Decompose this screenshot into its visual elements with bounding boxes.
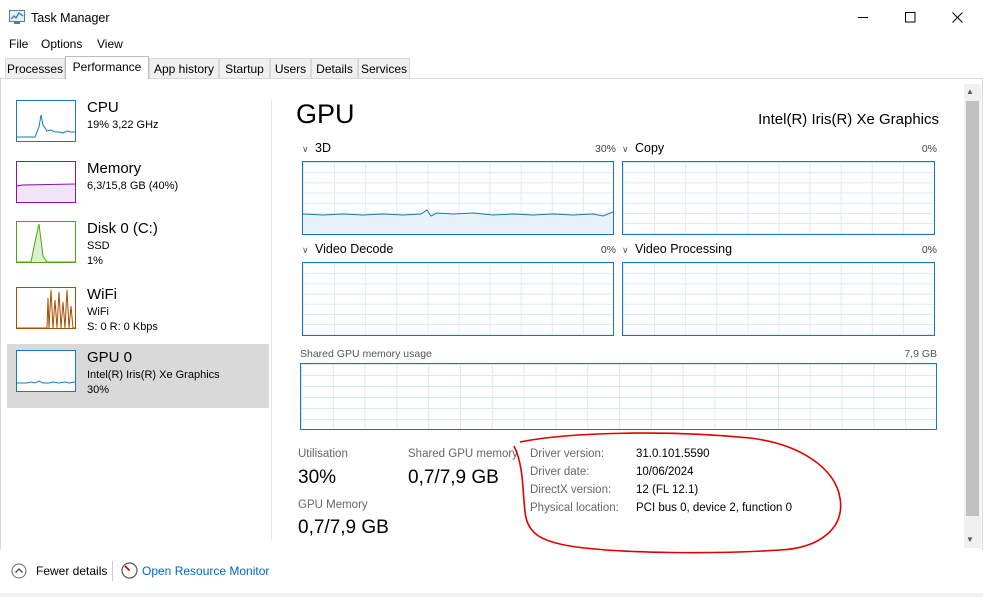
title-bar <box>0 0 983 34</box>
tab-services[interactable]: Services <box>358 58 410 78</box>
sidebar-item-disk[interactable]: Disk 0 (C:) SSD 1% <box>7 215 269 279</box>
sidebar-divider <box>271 100 272 540</box>
sidebar-item-title: Memory <box>87 160 142 177</box>
menu-options[interactable]: Options <box>41 37 82 51</box>
sidebar-item-title: Disk 0 (C:) <box>87 220 158 237</box>
sidebar-item-title: WiFi <box>87 286 117 303</box>
bottom-edge <box>0 593 983 597</box>
sidebar-item-title: GPU 0 <box>87 349 133 366</box>
footer-divider <box>112 561 113 581</box>
sidebar-item-memory[interactable]: Memory 6,3/15,8 GB (40%) <box>7 155 269 219</box>
menu-view[interactable]: View <box>97 37 123 51</box>
tab-performance[interactable]: Performance <box>65 56 149 79</box>
sidebar-item-detail: 6,3/15,8 GB (40%) <box>87 180 179 192</box>
chevron-down-icon[interactable]: ∨ <box>302 144 309 155</box>
fewer-details-link[interactable]: Fewer details <box>36 564 107 578</box>
graph-copy <box>622 161 935 235</box>
red-annotation-circle <box>513 432 842 554</box>
tab-startup[interactable]: Startup <box>219 58 270 78</box>
minimize-icon <box>857 16 868 18</box>
sidebar-item-detail-2: 30% <box>87 384 110 396</box>
maximize-icon <box>904 11 915 22</box>
disk-thumbnail <box>16 221 76 263</box>
graph-3d-label[interactable]: 3D <box>315 141 331 155</box>
graph-video-processing <box>622 262 935 336</box>
tab-details[interactable]: Details <box>311 58 358 78</box>
gpu-memory-label: GPU Memory <box>298 499 368 511</box>
shared-memory-value: 0,7/7,9 GB <box>408 467 499 488</box>
scroll-up-icon[interactable]: ▲ <box>966 87 974 96</box>
minimize-button[interactable] <box>840 0 886 34</box>
graph-copy-label[interactable]: Copy <box>635 141 664 155</box>
sidebar-item-title: CPU <box>87 99 119 116</box>
open-resource-monitor-link[interactable]: Open Resource Monitor <box>142 564 269 578</box>
graph-video-decode-label[interactable]: Video Decode <box>315 242 393 256</box>
shared-memory-graph <box>300 363 937 430</box>
sidebar-item-cpu[interactable]: CPU 19% 3,22 GHz <box>7 94 269 158</box>
gpu-name: Intel(R) Iris(R) Xe Graphics <box>758 111 939 128</box>
menu-file[interactable]: File <box>9 37 28 51</box>
utilisation-value: 30% <box>298 467 337 488</box>
utilisation-label: Utilisation <box>298 448 348 460</box>
shared-memory-graph-max: 7,9 GB <box>904 348 937 360</box>
close-icon <box>951 11 963 23</box>
graph-3d-line <box>303 209 613 234</box>
wifi-thumbnail <box>16 287 76 329</box>
page-title: GPU <box>296 99 355 129</box>
window-title: Task Manager <box>31 11 110 25</box>
graph-copy-pct: 0% <box>921 143 937 155</box>
memory-thumbnail <box>16 161 76 203</box>
graph-video-processing-label[interactable]: Video Processing <box>635 242 732 256</box>
sidebar-item-detail: Intel(R) Iris(R) Xe Graphics <box>87 369 220 381</box>
chevron-down-icon[interactable]: ∨ <box>622 144 629 155</box>
resource-monitor-icon[interactable] <box>121 562 138 579</box>
chevron-down-icon[interactable]: ∨ <box>622 245 629 256</box>
shared-memory-graph-label: Shared GPU memory usage <box>300 348 432 360</box>
graph-video-decode <box>302 262 614 336</box>
sidebar-item-wifi[interactable]: WiFi WiFi S: 0 R: 0 Kbps <box>7 281 269 345</box>
scrollbar-thumb[interactable] <box>966 101 979 516</box>
tab-users[interactable]: Users <box>270 58 311 78</box>
sidebar-item-detail-2: 1% <box>87 255 103 267</box>
graph-video-decode-pct: 0% <box>600 244 616 256</box>
cpu-thumbnail <box>16 100 76 142</box>
maximize-button[interactable] <box>887 0 933 34</box>
gpu-thumbnail <box>16 350 76 392</box>
gpu-memory-value: 0,7/7,9 GB <box>298 517 389 538</box>
task-manager-icon <box>9 10 25 24</box>
sidebar-item-detail: SSD <box>87 240 110 252</box>
sidebar-item-detail-2: S: 0 R: 0 Kbps <box>87 321 158 333</box>
close-button[interactable] <box>934 0 980 34</box>
sidebar-item-detail: WiFi <box>87 306 109 318</box>
tab-app-history[interactable]: App history <box>149 58 219 78</box>
sidebar-item-detail: 19% 3,22 GHz <box>87 119 159 131</box>
graph-video-processing-pct: 0% <box>921 244 937 256</box>
tab-processes[interactable]: Processes <box>5 58 65 78</box>
sidebar-item-gpu[interactable]: GPU 0 Intel(R) Iris(R) Xe Graphics 30% <box>7 344 269 408</box>
graph-3d <box>302 161 614 235</box>
fewer-details-icon[interactable] <box>11 563 27 579</box>
chevron-down-icon[interactable]: ∨ <box>302 245 309 256</box>
graph-3d-pct: 30% <box>594 143 616 155</box>
scroll-down-icon[interactable]: ▼ <box>966 535 974 544</box>
